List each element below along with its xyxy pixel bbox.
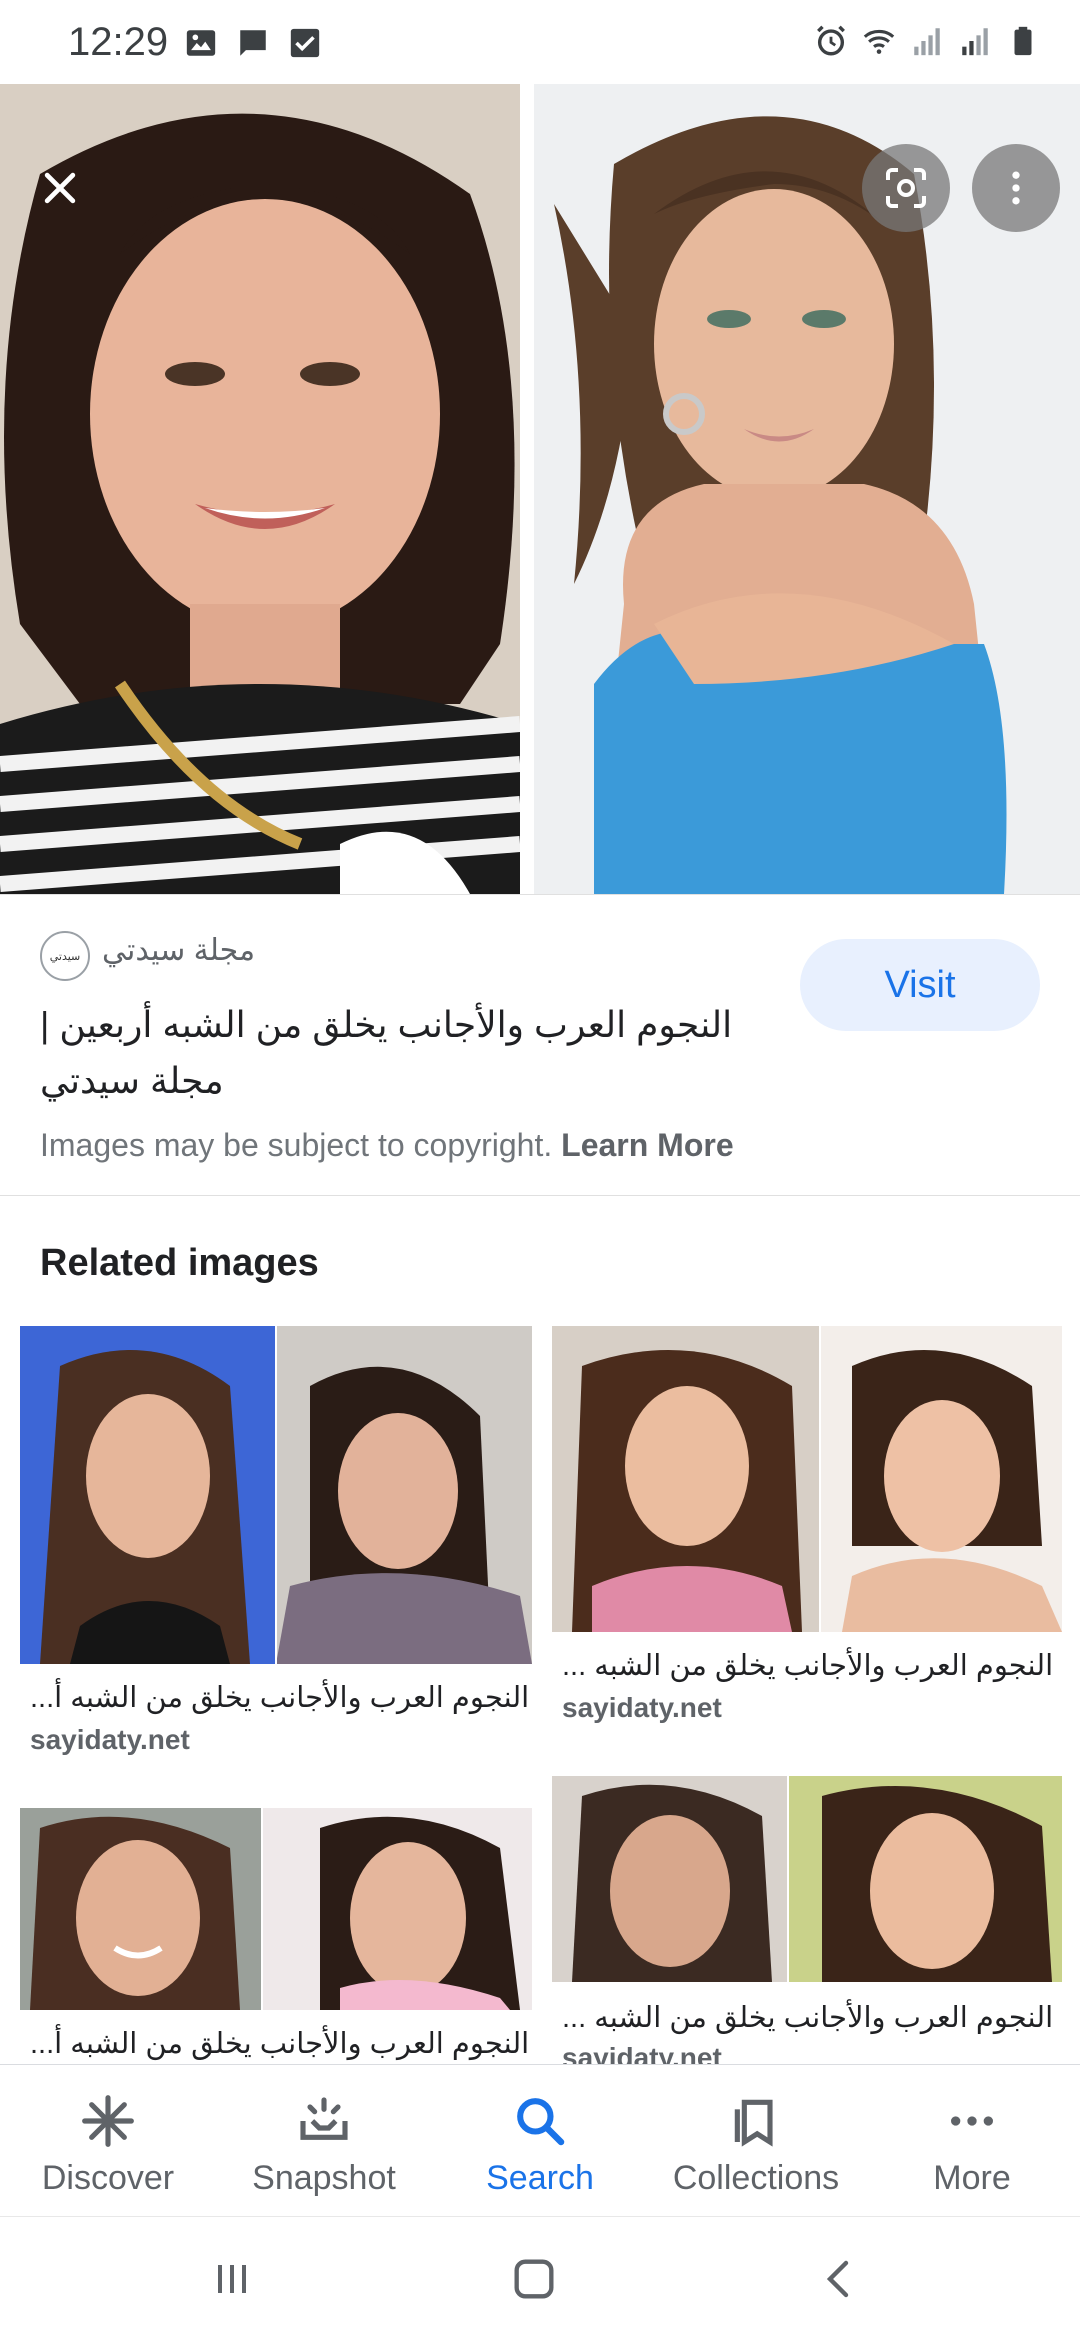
related-image-thumbnail[interactable] <box>20 1808 532 2010</box>
recents-button[interactable] <box>200 2247 264 2311</box>
discover-icon <box>78 2091 138 2151</box>
status-bar: 12:29 <box>0 0 1080 84</box>
related-image-card[interactable]: النجوم العرب والأجانب يخلق من الشبه ... … <box>552 1326 1062 1736</box>
related-images-heading: Related images <box>40 1242 319 1284</box>
nav-item-search[interactable]: Search <box>432 2065 648 2216</box>
nav-item-collections[interactable]: Collections <box>648 2065 864 2216</box>
message-notification-icon <box>240 30 266 56</box>
checkbox-notification-icon <box>290 28 320 58</box>
related-photo-1 <box>20 1326 532 1664</box>
collections-icon <box>726 2091 786 2151</box>
gallery-notification-icon <box>186 30 216 56</box>
bottom-navigation: Discover Snapshot Search Collections Mor… <box>0 2064 1080 2216</box>
related-photo-4 <box>552 1776 1062 1982</box>
signal-icon-1 <box>914 28 940 56</box>
related-image-caption: النجوم العرب والأجانب يخلق من الشبه أ... <box>30 2028 530 2060</box>
related-image-source: sayidaty.net <box>562 2042 722 2064</box>
close-button[interactable] <box>16 144 104 232</box>
status-system-icons <box>814 24 1040 58</box>
related-image-caption: النجوم العرب والأجانب يخلق من الشبه ... <box>562 1650 1054 1682</box>
status-time: 12:29 <box>68 20 169 64</box>
image-source-panel: سيدتي مجلة سيدتي Visit النجوم العرب والأ… <box>0 894 1080 1196</box>
related-image-thumbnail[interactable] <box>20 1326 532 1664</box>
source-logo: سيدتي <box>40 931 90 981</box>
related-image-source: sayidaty.net <box>562 1692 722 1723</box>
related-photo-3 <box>20 1808 532 2010</box>
back-button[interactable] <box>808 2247 872 2311</box>
system-navigation-bar <box>0 2216 1080 2340</box>
more-icon <box>942 2091 1002 2151</box>
related-image-source: sayidaty.net <box>30 1724 190 1755</box>
nav-label: Snapshot <box>252 2159 396 2197</box>
nav-item-discover[interactable]: Discover <box>0 2065 216 2216</box>
visit-button[interactable]: Visit <box>800 939 1040 1031</box>
nav-label: Search <box>486 2159 594 2197</box>
copyright-notice: Images may be subject to copyright. Lear… <box>40 1127 734 1164</box>
related-image-caption: النجوم العرب والأجانب يخلق من الشبه ... <box>562 2002 1054 2034</box>
overflow-menu-button[interactable] <box>972 144 1060 232</box>
source-logo-text: سيدتي <box>49 950 81 963</box>
nav-label: Discover <box>41 2159 175 2197</box>
back-icon <box>826 2260 849 2298</box>
related-image-caption: النجوم العرب والأجانب يخلق من الشبه أ... <box>30 1682 530 1714</box>
related-photo-2 <box>552 1326 1062 1632</box>
page-title[interactable]: النجوم العرب والأجانب يخلق من الشبه أربع… <box>40 997 760 1109</box>
nav-label: Collections <box>672 2159 840 2197</box>
search-icon <box>510 2091 570 2151</box>
more-vert-icon <box>1012 171 1020 205</box>
nav-item-snapshot[interactable]: Snapshot <box>216 2065 432 2216</box>
source-name[interactable]: مجلة سيدتي <box>102 933 255 968</box>
hero-image-viewer <box>0 84 1080 894</box>
nav-item-more[interactable]: More <box>864 2065 1080 2216</box>
home-icon <box>514 2259 554 2299</box>
status-notification-icons <box>184 26 322 60</box>
related-image-card[interactable]: النجوم العرب والأجانب يخلق من الشبه أ... <box>20 1808 532 2064</box>
recents-icon <box>218 2265 246 2293</box>
home-button[interactable] <box>502 2247 566 2311</box>
signal-icon-2 <box>962 28 988 56</box>
battery-icon <box>1014 26 1032 56</box>
related-image-thumbnail[interactable] <box>552 1326 1062 1632</box>
lens-button[interactable] <box>862 144 950 232</box>
snapshot-icon <box>294 2091 354 2151</box>
alarm-icon <box>817 25 845 56</box>
nav-label: More <box>933 2159 1011 2197</box>
wifi-icon <box>863 29 895 54</box>
learn-more-link[interactable]: Learn More <box>561 1127 733 1163</box>
close-icon <box>44 172 76 204</box>
lens-icon <box>886 168 926 208</box>
copyright-text: Images may be subject to copyright. <box>40 1127 553 1163</box>
related-image-card[interactable]: النجوم العرب والأجانب يخلق من الشبه أ...… <box>20 1326 532 1766</box>
related-image-card[interactable]: النجوم العرب والأجانب يخلق من الشبه ... … <box>552 1776 1062 2064</box>
related-image-thumbnail[interactable] <box>552 1776 1062 1982</box>
